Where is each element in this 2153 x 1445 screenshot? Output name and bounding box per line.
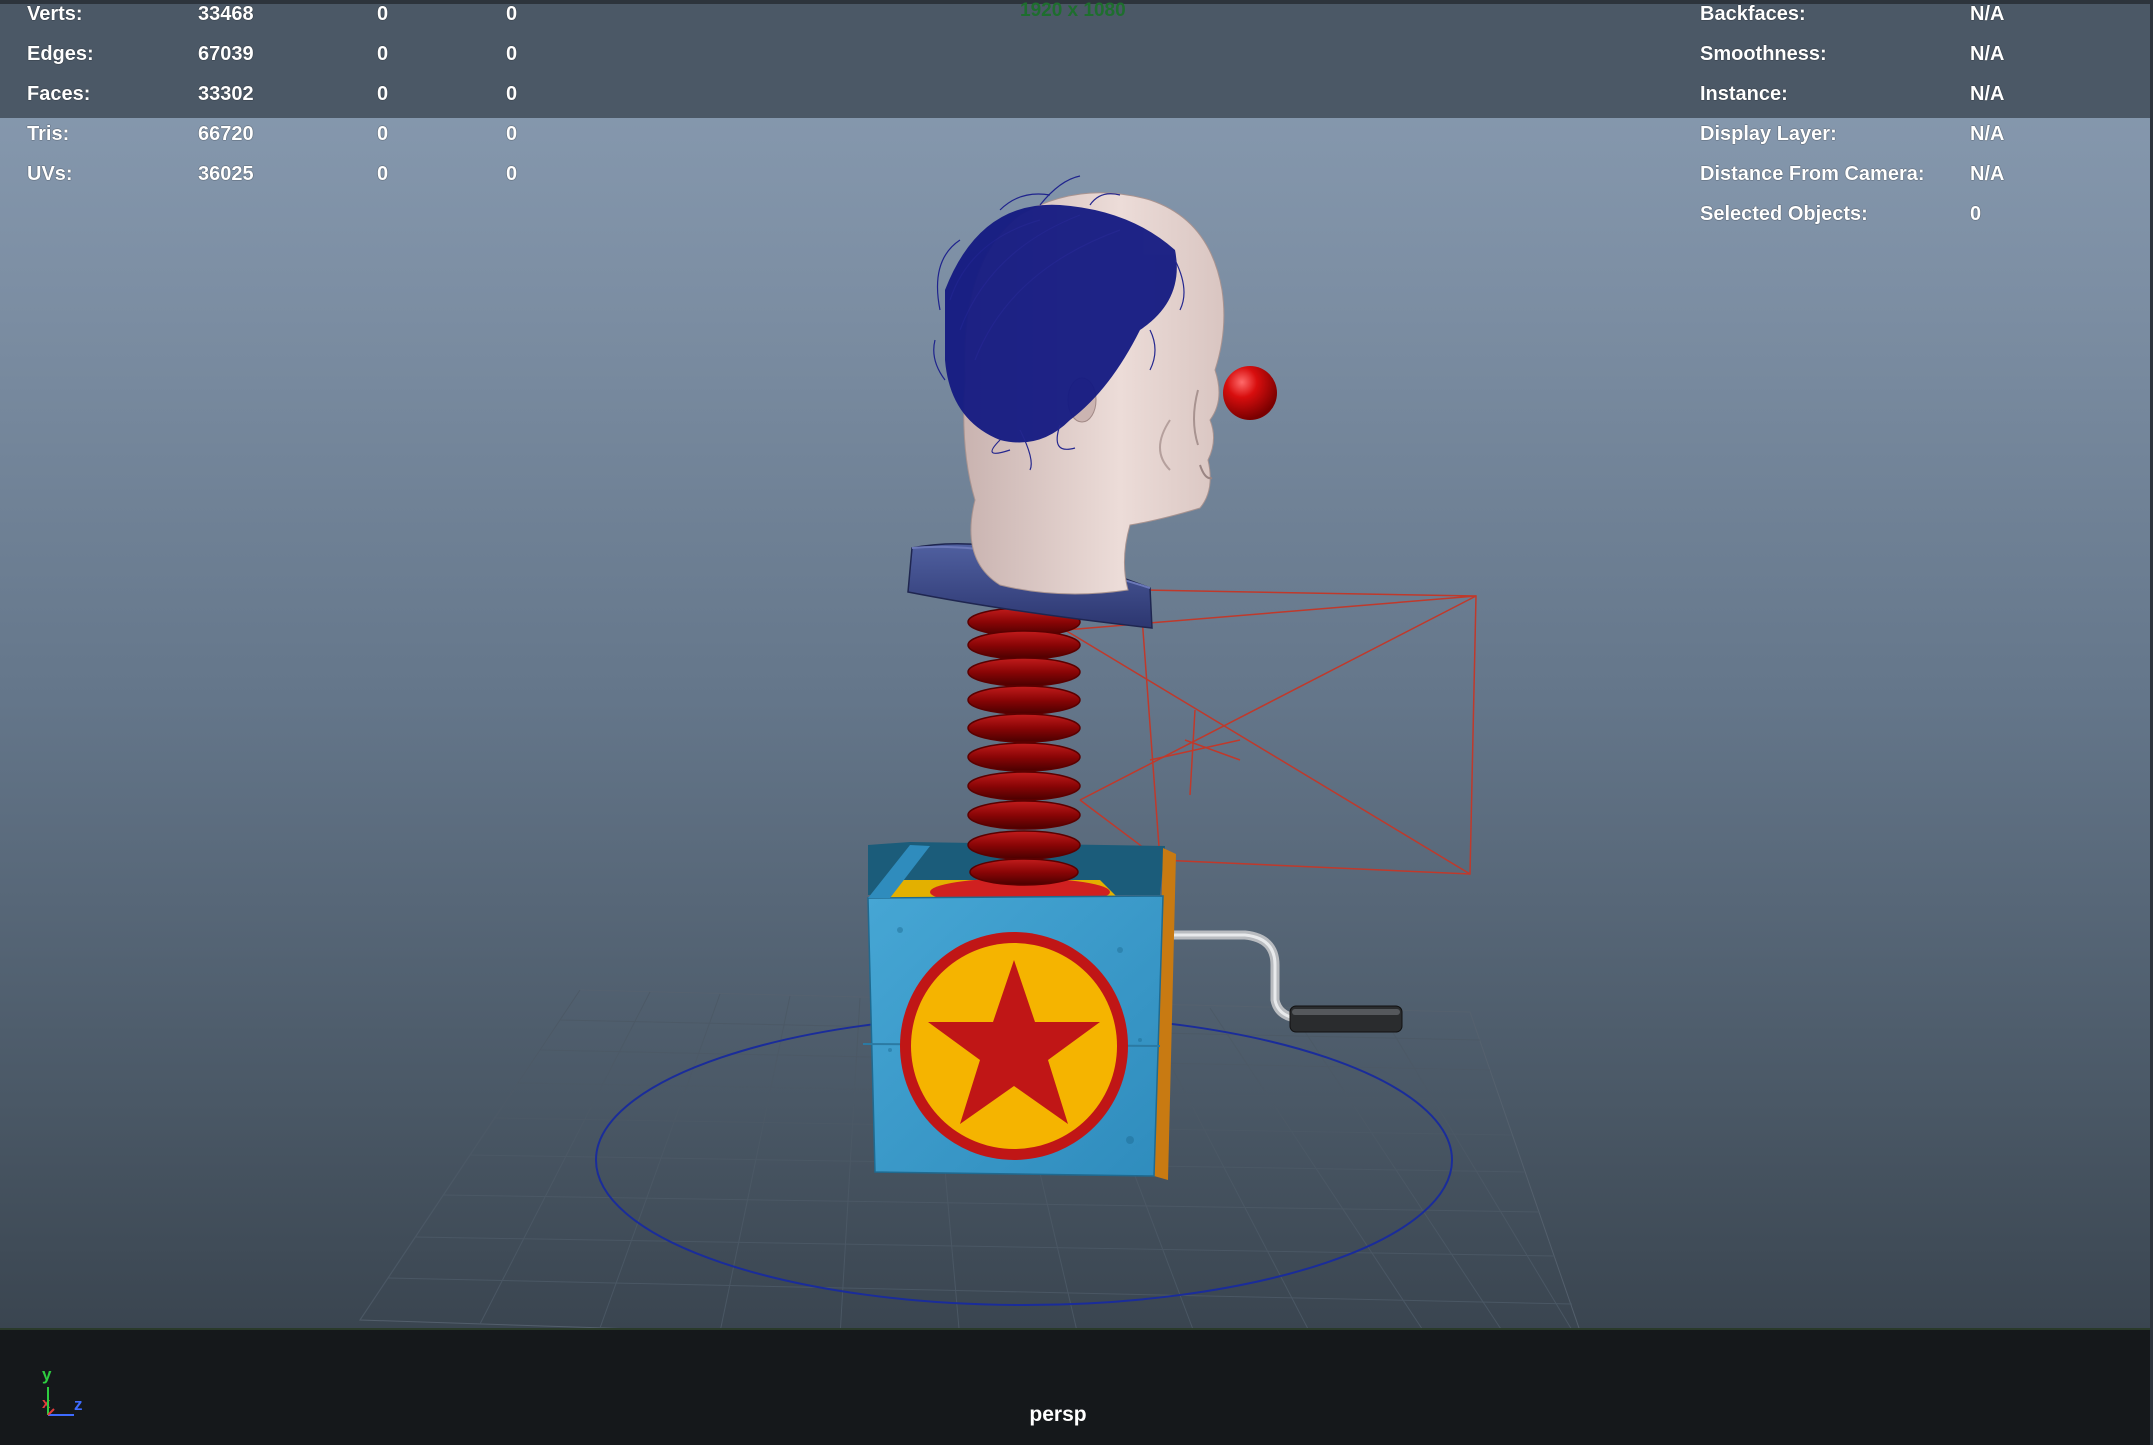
camera-frustum [1064,589,1477,875]
spring-coils [967,607,1081,886]
scene-render[interactable] [0,0,2153,1445]
clown-nose [1223,366,1277,420]
axis-gizmo-lines [47,1387,74,1416]
view-axis-gizmo: y x z [36,1365,96,1425]
3d-viewport[interactable]: 1920 x 1080 Verts: 33468 0 0 Edges: 6703… [0,0,2153,1445]
camera-name-label: persp [1029,1403,1087,1426]
crank-handle [1155,930,1403,1033]
viewport-bottom-bar [0,1328,2153,1445]
